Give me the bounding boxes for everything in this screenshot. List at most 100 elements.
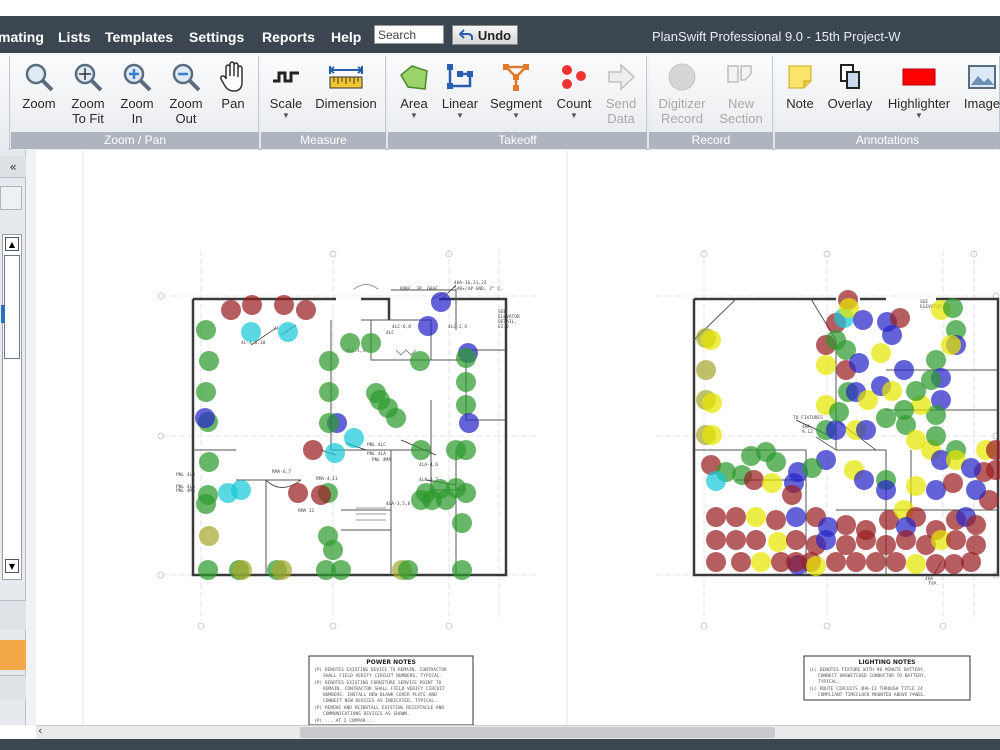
send-data-button[interactable]: Send Data (600, 58, 642, 126)
count-marker[interactable] (926, 554, 946, 574)
count-marker[interactable] (943, 298, 963, 318)
count-marker[interactable] (802, 458, 822, 478)
count-marker[interactable] (410, 351, 430, 371)
search-input[interactable]: Search (374, 25, 444, 44)
count-marker[interactable] (726, 530, 746, 550)
count-marker[interactable] (826, 552, 846, 572)
count-marker[interactable] (806, 556, 826, 576)
count-marker[interactable] (882, 381, 902, 401)
count-marker[interactable] (943, 473, 963, 493)
count-marker[interactable] (762, 473, 782, 493)
zoom-in-button[interactable]: Zoom In (114, 58, 160, 126)
count-marker[interactable] (926, 426, 946, 446)
count-marker[interactable] (890, 308, 910, 328)
count-marker[interactable] (766, 510, 786, 530)
scroll-up-arrow[interactable]: ▲ (5, 237, 19, 251)
new-section-button[interactable]: New Section (716, 58, 766, 126)
count-marker[interactable] (854, 470, 874, 490)
count-marker[interactable] (288, 483, 308, 503)
scroll-down-arrow[interactable]: ▼ (5, 559, 19, 573)
count-marker[interactable] (366, 383, 386, 403)
count-marker[interactable] (746, 530, 766, 550)
count-marker[interactable] (198, 485, 218, 505)
count-marker[interactable] (446, 440, 466, 460)
count-marker[interactable] (344, 428, 364, 448)
count-marker[interactable] (966, 480, 986, 500)
count-marker[interactable] (274, 295, 294, 315)
left-panel-highlight[interactable] (0, 640, 26, 670)
splitter[interactable] (26, 150, 36, 725)
count-marker[interactable] (786, 507, 806, 527)
count-marker[interactable] (706, 530, 726, 550)
count-marker[interactable] (242, 295, 262, 315)
horizontal-scroll-thumb[interactable] (300, 727, 775, 738)
menu-help[interactable]: Help (331, 29, 361, 45)
count-marker[interactable] (706, 507, 726, 527)
left-tree-list[interactable]: ▲ ▼ (1, 234, 22, 580)
count-marker[interactable] (272, 560, 292, 580)
count-marker[interactable] (744, 470, 764, 490)
left-panel-section-2[interactable] (0, 675, 26, 699)
count-marker[interactable] (866, 552, 886, 572)
count-marker[interactable] (876, 408, 896, 428)
left-panel-tab[interactable] (0, 186, 22, 210)
count-marker[interactable] (325, 443, 345, 463)
count-marker[interactable] (459, 413, 479, 433)
count-marker[interactable] (836, 515, 856, 535)
count-marker[interactable] (906, 381, 926, 401)
count-marker[interactable] (319, 382, 339, 402)
count-marker[interactable] (221, 300, 241, 320)
count-marker[interactable] (926, 350, 946, 370)
count-marker[interactable] (196, 320, 216, 340)
count-marker[interactable] (966, 515, 986, 535)
drawing-canvas[interactable]: BOKE, 3P, 60AF 4HA-16,21,23 540+/4# GND,… (36, 150, 1000, 725)
count-marker[interactable] (731, 552, 751, 572)
count-marker[interactable] (966, 535, 986, 555)
menu-estimating[interactable]: mating (0, 29, 44, 45)
count-marker[interactable] (278, 322, 298, 342)
left-panel-section-1[interactable] (0, 600, 26, 630)
scroll-thumb[interactable] (4, 255, 20, 359)
count-marker[interactable] (452, 513, 472, 533)
count-marker[interactable] (319, 413, 339, 433)
count-marker[interactable] (418, 316, 438, 336)
count-marker[interactable] (882, 325, 902, 345)
count-marker[interactable] (906, 476, 926, 496)
count-marker[interactable] (782, 485, 802, 505)
dimension-button[interactable]: Dimension (313, 58, 379, 111)
note-button[interactable]: Note (780, 58, 820, 111)
count-marker[interactable] (361, 333, 381, 353)
count-marker[interactable] (696, 360, 716, 380)
count-marker[interactable] (896, 530, 916, 550)
count-marker[interactable] (340, 333, 360, 353)
count-marker[interactable] (702, 393, 722, 413)
count-marker[interactable] (946, 530, 966, 550)
count-marker[interactable] (766, 452, 786, 472)
count-marker[interactable] (906, 554, 926, 574)
count-marker[interactable] (826, 420, 846, 440)
count-marker[interactable] (886, 552, 906, 572)
count-marker[interactable] (311, 485, 331, 505)
count-marker[interactable] (746, 507, 766, 527)
count-marker[interactable] (701, 330, 721, 350)
count-marker[interactable] (199, 351, 219, 371)
overlay-button[interactable]: Overlay (826, 58, 874, 111)
count-marker[interactable] (846, 552, 866, 572)
count-marker[interactable] (816, 355, 836, 375)
count-marker[interactable] (241, 322, 261, 342)
menu-lists[interactable]: Lists (58, 29, 91, 45)
count-marker[interactable] (961, 552, 981, 572)
count-marker[interactable] (829, 402, 849, 422)
count-marker[interactable] (198, 560, 218, 580)
count-marker[interactable] (411, 440, 431, 460)
count-marker[interactable] (706, 552, 726, 572)
count-marker[interactable] (456, 372, 476, 392)
count-marker[interactable] (296, 300, 316, 320)
area-button[interactable]: Area ▼ (392, 58, 436, 121)
count-marker[interactable] (195, 408, 215, 428)
count-marker[interactable] (452, 560, 472, 580)
zoom-out-button[interactable]: Zoom Out (163, 58, 209, 126)
count-marker[interactable] (456, 395, 476, 415)
count-marker[interactable] (199, 452, 219, 472)
segment-button[interactable]: Segment ▼ (488, 58, 544, 121)
